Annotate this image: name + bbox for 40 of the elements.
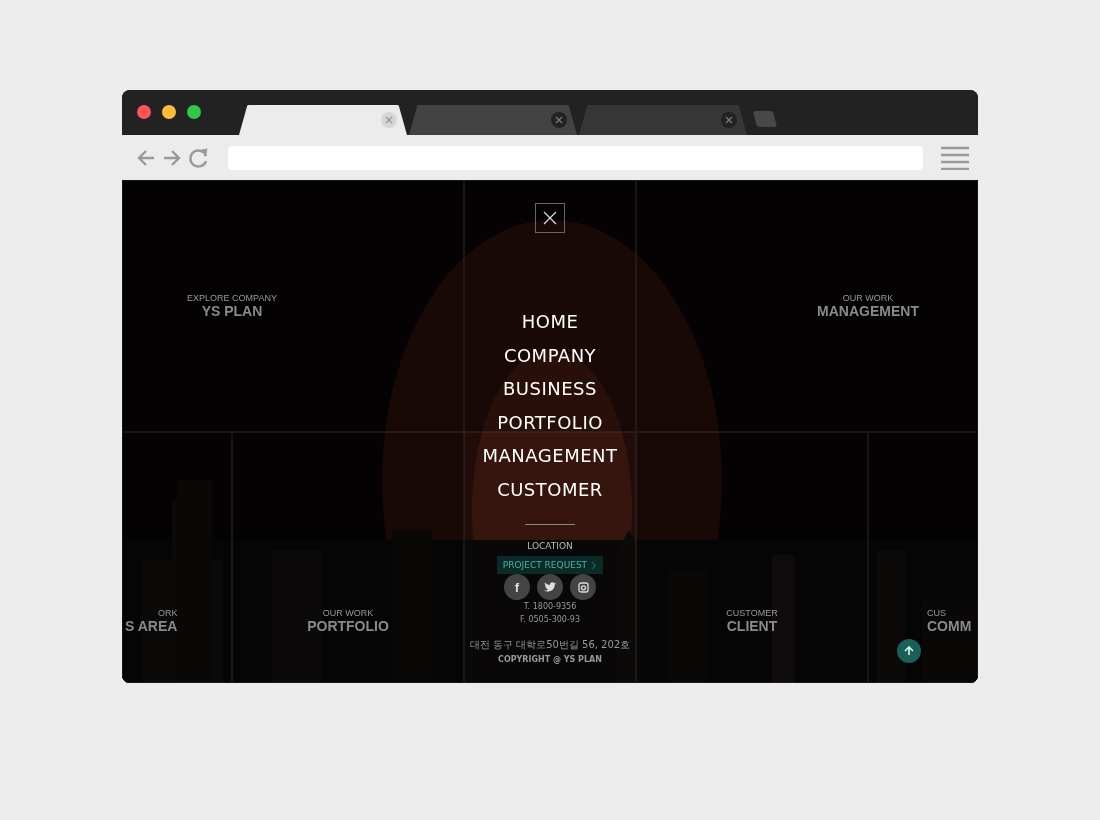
menu-link[interactable]: CUSTOMER (497, 472, 603, 506)
location-link[interactable]: LOCATION (527, 541, 573, 551)
bird-icon (544, 582, 556, 592)
tile-eyebrow: CUS (927, 608, 947, 618)
address-text: 대전 동구 대학로50번길 56, 202호 (469, 638, 631, 652)
tile-title[interactable]: PORTFOLIO (307, 618, 389, 634)
arrow-up-icon (904, 646, 914, 656)
back-icon[interactable] (136, 147, 156, 168)
tile-eyebrow: CUSTOMER (726, 608, 778, 618)
menu-link[interactable]: BUSINESS (503, 372, 597, 406)
minimize-light[interactable] (162, 105, 176, 119)
tile-title[interactable]: YS PLAN (187, 303, 277, 319)
close-icon[interactable] (721, 112, 737, 128)
close-button[interactable] (535, 203, 565, 233)
close-light[interactable] (137, 105, 151, 119)
close-icon[interactable] (551, 112, 567, 128)
menu-link[interactable]: PORTFOLIO (497, 405, 603, 439)
tile-title[interactable]: MANAGEMENT (817, 303, 919, 319)
copyright-text: COPYRIGHT @ YS PLAN (498, 655, 602, 664)
tile-title[interactable]: CLIENT (726, 618, 778, 634)
tile-eyebrow: EXPLORE COMPANY (187, 293, 277, 303)
project-request-button[interactable]: PROJECT REQUEST (496, 556, 604, 574)
camera-icon (577, 581, 589, 593)
reload-icon[interactable] (188, 146, 210, 169)
forward-icon[interactable] (162, 147, 182, 168)
menu-link[interactable]: HOME (521, 305, 579, 339)
close-icon[interactable] (381, 112, 397, 128)
tile-eyebrow: OUR WORK (841, 293, 895, 303)
tile-title[interactable]: COMM (927, 618, 972, 634)
phone-number: T. 1800-9356 (523, 602, 577, 611)
chevron-icon (591, 560, 598, 570)
menu-icon[interactable] (941, 145, 969, 170)
tile-eyebrow: ORK (156, 608, 178, 618)
menu-link[interactable]: COMPANY (503, 338, 597, 372)
tile-title[interactable]: S AREA (125, 618, 178, 634)
fax-number: F. 0505-300-93 (520, 615, 580, 624)
tile-eyebrow: OUR WORK (321, 608, 375, 618)
close-icon (543, 211, 557, 225)
menu-link[interactable]: MANAGEMENT (482, 439, 618, 473)
zoom-light[interactable] (187, 105, 201, 119)
